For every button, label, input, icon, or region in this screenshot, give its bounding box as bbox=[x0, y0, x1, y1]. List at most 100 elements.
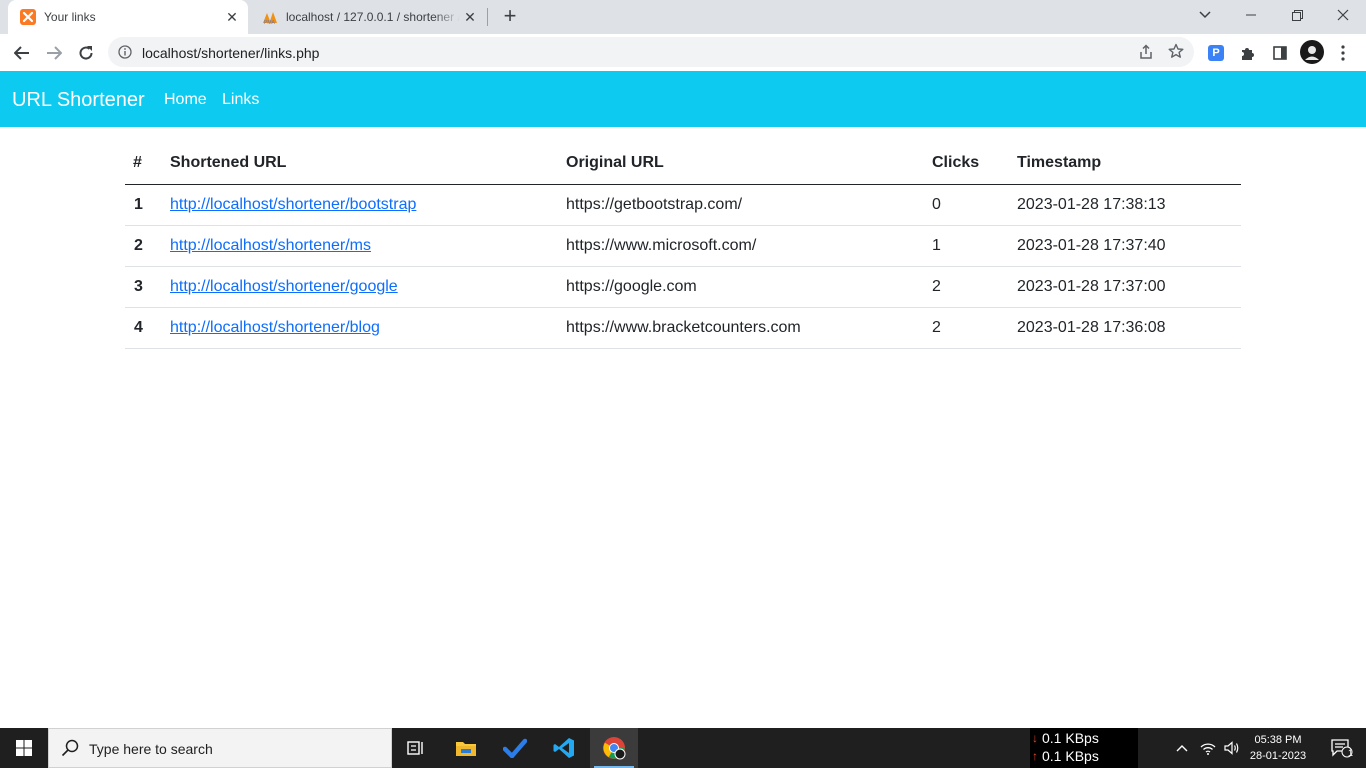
short-url-link[interactable]: http://localhost/shortener/google bbox=[170, 278, 398, 295]
row-index: 2 bbox=[125, 225, 162, 267]
tab-phpmyadmin[interactable]: PMA localhost / 127.0.0.1 / shortener / … bbox=[250, 0, 486, 34]
tab-title: localhost / 127.0.0.1 / shortener / bbox=[286, 10, 460, 24]
forward-button[interactable] bbox=[40, 39, 68, 67]
notification-count: 1 bbox=[1348, 748, 1354, 758]
table-row: 4 http://localhost/shortener/blog https:… bbox=[125, 307, 1241, 349]
tab-title: Your links bbox=[44, 10, 96, 24]
short-url-link[interactable]: http://localhost/shortener/blog bbox=[170, 319, 380, 336]
click-count: 2 bbox=[924, 266, 1009, 308]
browser-toolbar: localhost/shortener/links.php P bbox=[0, 34, 1366, 71]
close-icon bbox=[1337, 9, 1349, 21]
timestamp: 2023-01-28 17:36:08 bbox=[1009, 307, 1241, 349]
extensions-button[interactable] bbox=[1237, 42, 1259, 64]
upload-speed: 0.1 KBps bbox=[1042, 748, 1099, 764]
tab-your-links[interactable]: Your links ✕ bbox=[8, 0, 248, 34]
click-count: 2 bbox=[924, 307, 1009, 349]
folder-icon bbox=[456, 742, 476, 756]
click-count: 1 bbox=[924, 225, 1009, 267]
svg-text:PMA: PMA bbox=[264, 20, 276, 25]
reload-icon bbox=[79, 46, 93, 60]
nav-link-home[interactable]: Home bbox=[164, 91, 207, 109]
action-center-button[interactable]: 1 bbox=[1318, 728, 1366, 768]
puzzle-icon bbox=[1242, 48, 1254, 60]
reload-button[interactable] bbox=[72, 39, 100, 67]
original-url: https://google.com bbox=[558, 266, 924, 308]
click-count: 0 bbox=[924, 184, 1009, 226]
chevron-down-icon bbox=[1199, 11, 1211, 19]
site-navbar: URL Shortener Home Links bbox=[0, 71, 1366, 127]
file-explorer-button[interactable] bbox=[442, 728, 490, 768]
address-bar[interactable]: localhost/shortener/links.php bbox=[108, 37, 1194, 67]
info-icon[interactable] bbox=[118, 45, 132, 59]
profile-avatar[interactable] bbox=[1300, 40, 1324, 64]
upload-arrow-icon: ↑ bbox=[1032, 749, 1038, 763]
column-header-shortened-url: Shortened URL bbox=[162, 143, 558, 185]
minimize-button[interactable] bbox=[1228, 0, 1274, 30]
system-clock[interactable]: 05:38 PM 28-01-2023 bbox=[1240, 732, 1316, 764]
task-view-button[interactable] bbox=[392, 728, 440, 768]
brand-link[interactable]: URL Shortener bbox=[12, 89, 145, 112]
chrome-menu-button[interactable] bbox=[1332, 42, 1354, 64]
extension-p-button[interactable]: P bbox=[1205, 42, 1227, 64]
taskbar-search-box[interactable]: Type here to search bbox=[48, 728, 392, 768]
share-icon[interactable] bbox=[1138, 44, 1154, 60]
original-url: https://www.bracketcounters.com bbox=[558, 307, 924, 349]
column-header-original-url: Original URL bbox=[558, 143, 924, 185]
arrow-right-icon bbox=[47, 46, 62, 60]
speaker-icon bbox=[1224, 741, 1239, 755]
chrome-icon bbox=[603, 737, 626, 760]
network-speed-meter: ↓ 0.1 KBps ↑ 0.1 KBps bbox=[1030, 728, 1138, 768]
row-index: 3 bbox=[125, 266, 162, 308]
original-url: https://getbootstrap.com/ bbox=[558, 184, 924, 226]
timestamp: 2023-01-28 17:38:13 bbox=[1009, 184, 1241, 226]
row-index: 1 bbox=[125, 184, 162, 226]
extension-p-icon: P bbox=[1208, 45, 1224, 61]
tab-divider bbox=[487, 8, 488, 26]
bookmark-star-icon[interactable] bbox=[1168, 43, 1184, 59]
wifi-icon bbox=[1200, 743, 1216, 755]
table-row: 2 http://localhost/shortener/ms https://… bbox=[125, 225, 1241, 267]
restore-button[interactable] bbox=[1274, 0, 1320, 30]
todo-app-button[interactable] bbox=[491, 728, 539, 768]
search-icon bbox=[61, 739, 79, 757]
address-url[interactable]: localhost/shortener/links.php bbox=[142, 45, 319, 61]
close-window-button[interactable] bbox=[1320, 0, 1366, 30]
column-header-timestamp: Timestamp bbox=[1009, 143, 1241, 185]
start-button[interactable] bbox=[0, 728, 48, 768]
vscode-icon bbox=[553, 738, 574, 758]
download-speed: 0.1 KBps bbox=[1042, 730, 1099, 746]
short-url-link[interactable]: http://localhost/shortener/ms bbox=[170, 237, 371, 254]
column-header-clicks: Clicks bbox=[924, 143, 1009, 185]
search-placeholder: Type here to search bbox=[89, 741, 213, 757]
arrow-left-icon bbox=[14, 46, 29, 60]
windows-taskbar: Type here to search ↓ 0.1 KBps ↑ 0.1 KBp… bbox=[0, 728, 1366, 768]
vscode-button[interactable] bbox=[540, 728, 588, 768]
side-panel-button[interactable] bbox=[1269, 42, 1291, 64]
links-table: # Shortened URL Original URL Clicks Time… bbox=[125, 143, 1241, 349]
task-view-icon bbox=[407, 741, 423, 755]
back-button[interactable] bbox=[8, 39, 36, 67]
close-tab-icon[interactable]: ✕ bbox=[460, 7, 480, 27]
nav-link-links[interactable]: Links bbox=[222, 91, 259, 109]
close-tab-icon[interactable]: ✕ bbox=[222, 7, 242, 27]
table-row: 3 http://localhost/shortener/google http… bbox=[125, 266, 1241, 308]
timestamp: 2023-01-28 17:37:40 bbox=[1009, 225, 1241, 267]
row-index: 4 bbox=[125, 307, 162, 349]
short-url-link[interactable]: http://localhost/shortener/bootstrap bbox=[170, 196, 416, 213]
checkmark-icon bbox=[503, 738, 527, 758]
tab-search-button[interactable] bbox=[1182, 0, 1228, 30]
table-header-row: # Shortened URL Original URL Clicks Time… bbox=[125, 143, 1241, 185]
column-header-index: # bbox=[125, 143, 162, 185]
table-row: 1 http://localhost/shortener/bootstrap h… bbox=[125, 184, 1241, 226]
clock-date: 28-01-2023 bbox=[1249, 750, 1307, 762]
network-status-button[interactable] bbox=[1196, 728, 1220, 768]
xampp-icon bbox=[20, 9, 36, 25]
show-hidden-icons-button[interactable] bbox=[1170, 728, 1194, 768]
chrome-taskbar-button[interactable] bbox=[590, 728, 638, 768]
timestamp: 2023-01-28 17:37:00 bbox=[1009, 266, 1241, 308]
windows-logo-icon bbox=[16, 740, 32, 756]
avatar-icon bbox=[1300, 40, 1324, 64]
browser-tab-strip: Your links ✕ PMA localhost / 127.0.0.1 /… bbox=[0, 0, 1366, 34]
new-tab-button[interactable]: + bbox=[498, 5, 522, 29]
restore-icon bbox=[1291, 9, 1303, 21]
